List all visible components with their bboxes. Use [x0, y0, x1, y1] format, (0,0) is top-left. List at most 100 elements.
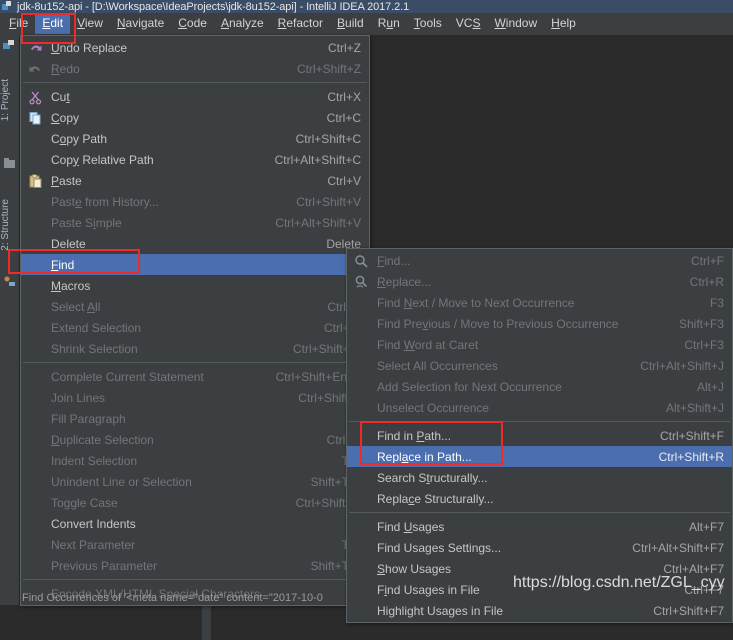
edit-menu-item-cut[interactable]: Cut Ctrl+X [21, 86, 369, 107]
find-submenu-popup[interactable]: Find... Ctrl+F Replace... Ctrl+R Find Next /… [346, 248, 733, 623]
find-menu-separator [349, 421, 730, 422]
find-menu-item-find-word-at-caret[interactable]: Find Word at Caret Ctrl+F3 [347, 334, 732, 355]
menubar-item-code[interactable]: Code [171, 14, 214, 34]
find-menu-item-unselect-occurrence[interactable]: Unselect Occurrence Alt+Shift+J [347, 397, 732, 418]
find-menu-item-find-usages-settings[interactable]: Find Usages Settings... Ctrl+Alt+Shift+F7 [347, 537, 732, 558]
edit-menu-item-complete-current-statement[interactable]: Complete Current Statement Ctrl+Shift+Ent… [21, 366, 369, 387]
edit-menu-item-delete[interactable]: Delete Delete [21, 233, 369, 254]
find-menu-item-label: Search Structurally... [377, 470, 488, 485]
edit-menu-item-label: Join Lines [51, 390, 106, 405]
find-menu-item-replace-structurally[interactable]: Replace Structurally... [347, 488, 732, 509]
edit-menu-item-label: Complete Current Statement [51, 369, 204, 384]
menubar-item-file[interactable]: File [2, 14, 35, 34]
edit-menu-item-next-parameter[interactable]: Next ParameterTab [21, 534, 369, 555]
edit-menu-item-copy-relative-path[interactable]: Copy Relative Path Ctrl+Alt+Shift+C [21, 149, 369, 170]
edit-menu-item-toggle-case[interactable]: Toggle Case Ctrl+Shift+U [21, 492, 369, 513]
menubar-item-view[interactable]: View [70, 14, 110, 34]
edit-menu-item-paste-from-history[interactable]: Paste from History... Ctrl+Shift+V [21, 191, 369, 212]
menubar-item-help[interactable]: Help [544, 14, 583, 34]
edit-menu-item-macros[interactable]: Macros [21, 275, 369, 296]
edit-menu-popup[interactable]: Undo Replace Ctrl+Z Redo Ctrl+Shift+Z Cut Ctr… [20, 35, 370, 606]
structure-icon [3, 275, 16, 288]
edit-menu-separator [23, 579, 367, 580]
menubar-item-edit[interactable]: Edit [35, 14, 71, 34]
edit-menu-item-redo[interactable]: Redo Ctrl+Shift+Z [21, 58, 369, 79]
menubar-item-analyze[interactable]: Analyze [214, 14, 271, 34]
sidebar-item-structure[interactable]: 2: Structure [0, 197, 19, 253]
edit-menu-item-label: Copy [51, 110, 80, 125]
find-menu-item-shortcut: Ctrl+Alt+Shift+J [640, 358, 724, 373]
edit-menu-item-undo-replace[interactable]: Undo Replace Ctrl+Z [21, 37, 369, 58]
find-menu-item-label: Find Usages Settings... [377, 540, 502, 555]
menubar-item-build[interactable]: Build [330, 14, 371, 34]
edit-menu-item-shortcut: Ctrl+X [327, 89, 361, 104]
find-menu-item-shortcut: Alt+Shift+J [665, 400, 724, 415]
copy-icon [28, 111, 43, 126]
find-menu-item-shortcut: Alt+F7 [688, 519, 724, 534]
find-menu-item-shortcut: Ctrl+Shift+F7 [653, 603, 724, 618]
left-tool-window-strip[interactable]: 1: Project 2: Structure [0, 35, 20, 605]
edit-menu-item-label: Fill Paragraph [51, 411, 126, 426]
edit-menu-item-shortcut: Ctrl+Alt+Shift+C [274, 152, 361, 167]
edit-menu-item-shortcut: Ctrl+Shift+Z [296, 61, 361, 76]
find-menu-item-find-in-path[interactable]: Find in Path... Ctrl+Shift+F [347, 425, 732, 446]
find-menu-item-shortcut: Ctrl+R [689, 274, 724, 289]
find-menu-item-search-structurally[interactable]: Search Structurally... [347, 467, 732, 488]
edit-menu-item-shortcut: Ctrl+V [327, 173, 361, 188]
edit-menu-item-label: Convert Indents [51, 516, 136, 531]
edit-menu-item-paste-simple[interactable]: Paste Simple Ctrl+Alt+Shift+V [21, 212, 369, 233]
edit-menu-item-extend-selection[interactable]: Extend Selection Ctrl+W [21, 317, 369, 338]
find-menu-item-label: Find Next / Move to Next Occurrence [377, 295, 575, 310]
find-menu-item-label: Find Previous / Move to Previous Occurre… [377, 316, 619, 331]
edit-menu-item-convert-indents[interactable]: Convert Indents [21, 513, 369, 534]
intellij-idea-icon [2, 1, 13, 12]
find-menu-item-add-selection-for-next-occurrence[interactable]: Add Selection for Next Occurrence Alt+J [347, 376, 732, 397]
main-menubar[interactable]: File Edit View Navigate Code Analyze Refactor B… [0, 13, 733, 35]
edit-menu-item-label: Redo [51, 61, 80, 76]
edit-menu-item-label: Copy Path [51, 131, 108, 146]
find-menu-item-select-all-occurrences[interactable]: Select All Occurrences Ctrl+Alt+Shift+J [347, 355, 732, 376]
edit-menu-item-indent-selection[interactable]: Indent SelectionTab [21, 450, 369, 471]
edit-menu-item-join-lines[interactable]: Join Lines Ctrl+Shift+J [21, 387, 369, 408]
watermark-text: https://blog.csdn.net/ZGL_cyy [513, 574, 725, 591]
find-menu-item-shortcut: Ctrl+F3 [684, 337, 724, 352]
cut-icon [28, 90, 43, 105]
edit-menu-item-fill-paragraph[interactable]: Fill Paragraph [21, 408, 369, 429]
edit-menu-cutoff-line: Find Occurrences of '<meta name="date" c… [22, 592, 323, 604]
find-menu-item-label: Find Word at Caret [377, 337, 479, 352]
edit-menu-item-shortcut: Ctrl+Shift+C [295, 131, 361, 146]
find-menu-item-replace[interactable]: Replace... Ctrl+R [347, 271, 732, 292]
find-menu-item-replace-in-path[interactable]: Replace in Path... Ctrl+Shift+R [347, 446, 732, 467]
find-menu-item-find-previous-move-to-previous-occurrence[interactable]: Find Previous / Move to Previous Occurre… [347, 313, 732, 334]
edit-menu-item-label: Select All [51, 299, 101, 314]
find-menu-item-find[interactable]: Find... Ctrl+F [347, 250, 732, 271]
menubar-item-vcs[interactable]: VCS [449, 14, 488, 34]
sidebar-item-project[interactable]: 1: Project [0, 77, 19, 123]
edit-menu-item-copy-path[interactable]: Copy Path Ctrl+Shift+C [21, 128, 369, 149]
edit-menu-item-label: Cut [51, 89, 70, 104]
edit-menu-item-duplicate-selection[interactable]: Duplicate Selection Ctrl+D [21, 429, 369, 450]
edit-menu-item-label: Extend Selection [51, 320, 142, 335]
edit-menu-item-find[interactable]: Find [21, 254, 369, 275]
menubar-item-navigate[interactable]: Navigate [110, 14, 171, 34]
find-menu-item-find-next-move-to-next-occurrence[interactable]: Find Next / Move to Next Occurrence F3 [347, 292, 732, 313]
edit-menu-item-shrink-selection[interactable]: Shrink Selection Ctrl+Shift+W [21, 338, 369, 359]
undo-icon [28, 41, 43, 56]
menubar-item-run[interactable]: Run [371, 14, 407, 34]
menubar-item-refactor[interactable]: Refactor [271, 14, 330, 34]
menubar-item-window[interactable]: Window [487, 14, 544, 34]
edit-menu-item-label: Duplicate Selection [51, 432, 154, 447]
edit-menu-item-paste[interactable]: Paste Ctrl+V [21, 170, 369, 191]
edit-menu-item-select-all[interactable]: Select All Ctrl+A [21, 296, 369, 317]
find-menu-item-find-usages[interactable]: Find Usages Alt+F7 [347, 516, 732, 537]
find-menu-separator [349, 512, 730, 513]
find-menu-item-label: Replace in Path... [377, 449, 472, 464]
find-menu-item-label: Select All Occurrences [377, 358, 498, 373]
menubar-item-tools[interactable]: Tools [407, 14, 449, 34]
window-title: jdk-8u152-api - [D:\Workspace\IdeaProjec… [17, 0, 410, 13]
edit-menu-item-copy[interactable]: Copy Ctrl+C [21, 107, 369, 128]
edit-menu-item-unindent-line-or-selection[interactable]: Unindent Line or Selection Shift+Tab [21, 471, 369, 492]
find-menu-item-label: Find Usages [377, 519, 445, 534]
find-menu-item-highlight-usages-in-file[interactable]: Highlight Usages in File Ctrl+Shift+F7 [347, 600, 732, 621]
edit-menu-item-previous-parameter[interactable]: Previous Parameter Shift+Tab [21, 555, 369, 576]
